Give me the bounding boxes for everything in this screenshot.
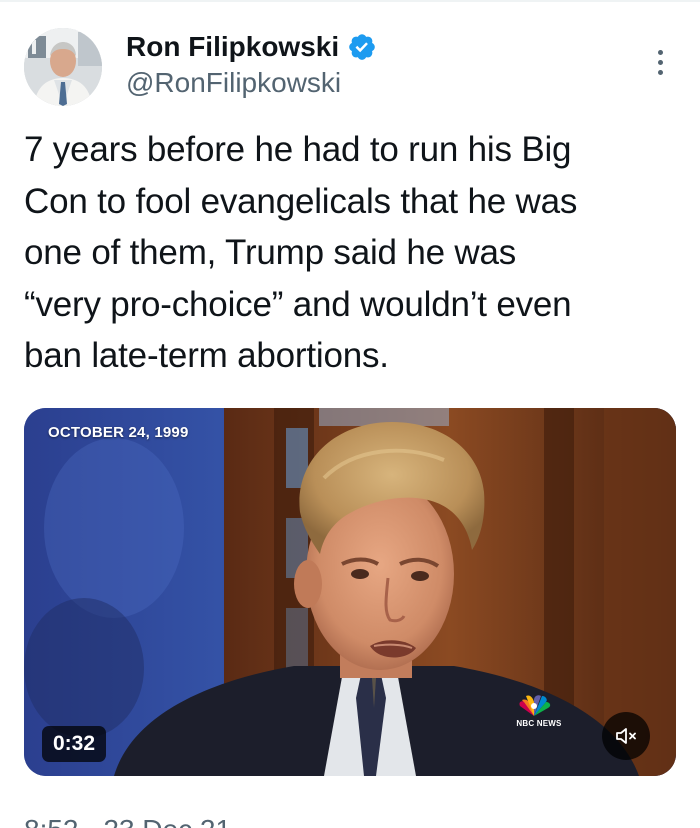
author-name[interactable]: Ron Filipkowski bbox=[126, 31, 339, 63]
more-options-icon[interactable] bbox=[646, 44, 674, 80]
tweet-timestamp[interactable]: 8:52 · 23 Dec 21 bbox=[24, 816, 231, 828]
tweet-text: 7 years before he had to run his Big Con… bbox=[24, 124, 684, 382]
tweet-text-line: 7 years before he had to run his Big bbox=[24, 130, 572, 169]
author-name-row[interactable]: Ron Filipkowski bbox=[126, 29, 377, 65]
mute-toggle-button[interactable] bbox=[602, 712, 650, 760]
tweet-text-line: ban late-term abortions. bbox=[24, 336, 389, 375]
speaker-muted-icon bbox=[614, 724, 638, 748]
video-date-overlay: OCTOBER 24, 1999 bbox=[48, 424, 189, 441]
video-duration-badge: 0:32 bbox=[42, 726, 107, 762]
tweet-text-line: Con to fool evangelicals that he was bbox=[24, 181, 578, 221]
video-frame bbox=[24, 408, 676, 776]
nbc-news-caption: NBC NEWS bbox=[516, 719, 562, 728]
nbc-news-logo: NBC NEWS bbox=[514, 694, 564, 728]
video-player[interactable]: OCTOBER 24, 1999 NBC NEWS 0:32 bbox=[24, 408, 676, 776]
verified-badge-icon bbox=[347, 32, 377, 62]
divider bbox=[0, 0, 700, 2]
tweet-text-line: “very pro-choice” and wouldn’t even bbox=[24, 284, 572, 324]
author-handle[interactable]: @RonFilipkowski bbox=[126, 67, 341, 99]
tweet-card: Ron Filipkowski @RonFilipkowski 7 years … bbox=[0, 0, 700, 828]
tweet-text-line: one of them, Trump said he was bbox=[24, 233, 517, 272]
avatar[interactable] bbox=[24, 28, 102, 106]
